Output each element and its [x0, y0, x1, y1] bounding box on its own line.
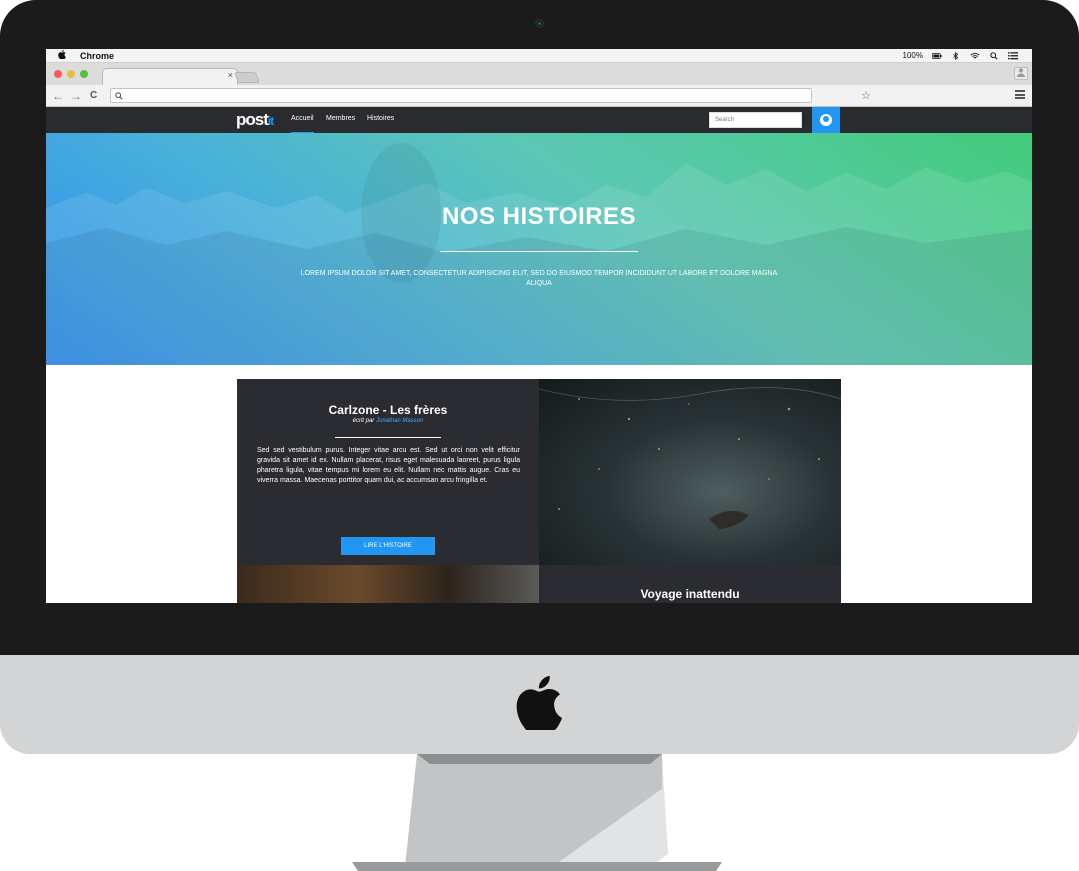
story-photo-forest — [237, 565, 539, 603]
reload-button[interactable]: C — [90, 89, 97, 103]
hero-subtitle: LOREM IPSUM DOLOR SIT AMET, CONSECTETUR … — [300, 270, 778, 287]
site-search-input[interactable]: Search — [709, 112, 802, 128]
battery-icon[interactable] — [932, 52, 942, 60]
story-byline: écrit par Jonathan Masson — [237, 418, 539, 424]
imac-stand — [352, 754, 722, 871]
wifi-icon[interactable] — [970, 52, 980, 60]
person-icon — [1017, 68, 1025, 77]
logo-suffix: it — [267, 114, 274, 128]
logo-text: post — [236, 110, 269, 129]
battery-percent: 100% — [902, 51, 923, 60]
user-icon — [820, 114, 832, 126]
stories-section: Carlzone - Les frères écrit par Jonathan… — [46, 365, 1032, 603]
tab-close-icon[interactable]: × — [228, 70, 233, 80]
window-close-button[interactable] — [54, 70, 62, 78]
nav-membres[interactable]: Membres — [326, 115, 355, 122]
window-zoom-button[interactable] — [80, 70, 88, 78]
spotlight-search-icon[interactable] — [989, 51, 999, 60]
window-minimize-button[interactable] — [67, 70, 75, 78]
hero-background-image — [46, 143, 1032, 365]
story-photo-water — [539, 379, 841, 565]
story-divider — [335, 437, 441, 438]
hero-title: NOS HISTOIRES — [441, 203, 637, 230]
site-navbar: postit Accueil Membres Histoires Search — [46, 107, 1032, 134]
story-author-link[interactable]: Jonathan Masson — [376, 418, 423, 424]
hero-divider — [440, 251, 638, 252]
profile-button[interactable] — [1014, 67, 1028, 80]
chrome-menu-button[interactable] — [1015, 90, 1025, 99]
browser-tab[interactable]: × — [102, 68, 238, 85]
app-name[interactable]: Chrome — [80, 51, 114, 61]
byline-prefix: écrit par — [352, 418, 375, 424]
story-title: Carlzone - Les frères — [328, 403, 448, 417]
nav-accueil[interactable]: Accueil — [291, 115, 314, 134]
screen: Chrome 100% × ← → C ☆ postit Accueil Mem… — [46, 49, 1032, 603]
imac-chin — [0, 655, 1079, 754]
user-account-button[interactable] — [812, 107, 840, 133]
story-card: Carlzone - Les frères écrit par Jonathan… — [237, 379, 539, 565]
story-card-2: Voyage inattendu — [539, 565, 841, 603]
back-button[interactable]: ← — [52, 89, 64, 103]
bookmark-star-icon[interactable]: ☆ — [861, 90, 871, 102]
hero-banner: NOS HISTOIRES LOREM IPSUM DOLOR SIT AMET… — [46, 133, 1032, 365]
site-logo[interactable]: postit — [236, 110, 274, 130]
search-icon — [115, 92, 123, 100]
story-excerpt: Sed sed vestibulum purus. Integer vitae … — [257, 447, 520, 484]
new-tab-button[interactable] — [233, 72, 261, 83]
browser-toolbar: ← → C ☆ — [46, 85, 1032, 107]
apple-logo-icon — [516, 676, 562, 730]
notification-center-icon[interactable] — [1008, 51, 1018, 60]
apple-menu-icon[interactable] — [58, 49, 68, 62]
address-bar[interactable]: ☆ — [110, 88, 871, 103]
nav-histoires[interactable]: Histoires — [367, 115, 394, 122]
mac-menubar: Chrome 100% — [46, 49, 1032, 63]
story-2-title: Voyage inattendu — [640, 587, 740, 601]
read-story-button[interactable]: LIRE L'HISTOIRE — [341, 537, 435, 555]
browser-tabstrip: × — [46, 63, 1032, 85]
bluetooth-icon[interactable] — [951, 51, 961, 60]
camera-icon — [535, 19, 544, 28]
forward-button[interactable]: → — [70, 89, 82, 103]
